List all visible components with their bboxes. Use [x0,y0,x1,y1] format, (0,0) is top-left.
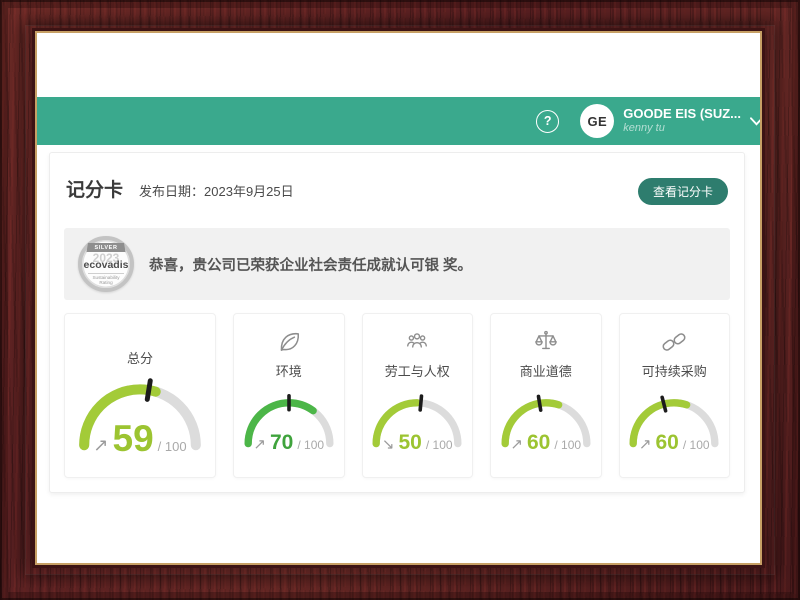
scorecard-title-row: 记分卡 发布日期：2023年9月25日 查看记分卡 [64,175,730,205]
page-title: 记分卡 [66,175,123,202]
score-value: 59 [113,420,154,457]
score-max: / 100 [158,439,187,454]
scorecard-panel: 记分卡 发布日期：2023年9月25日 查看记分卡 SILVER 2023 ec… [49,152,745,493]
gauge: ↘ 50 / 100 [368,393,466,450]
category-label: 劳工与人权 [385,361,450,380]
score: ↗ 60 / 100 [497,432,595,453]
trend-arrow-icon: ↗ [639,435,652,453]
trend-arrow-icon: ↗ [253,435,266,453]
category-label: 环境 [276,361,302,380]
award-banner: SILVER 2023 ecovadis Sustainability Rati… [64,228,730,300]
people-icon [403,327,431,357]
leaf-icon [275,327,303,357]
gauge-card-total-score[interactable]: 总分 ↗ 59 / 100 [64,313,216,478]
chevron-down-icon[interactable] [750,117,760,126]
score-value: 60 [656,432,679,453]
gauge: ↗ 60 / 100 [497,393,595,450]
score: ↗ 70 / 100 [240,432,338,453]
score: ↗ 60 / 100 [625,432,723,453]
help-icon[interactable]: ? [536,110,559,133]
publish-date: 发布日期：2023年9月25日 [139,181,294,200]
gauge: ↗ 60 / 100 [625,393,723,450]
scales-icon [532,327,560,357]
score-value: 60 [527,432,550,453]
medal-brand: ecovadis [84,260,129,272]
trend-arrow-icon: ↘ [382,435,395,453]
gauge: ↗ 70 / 100 [240,393,338,450]
gauge-row: 总分 ↗ 59 / 100 环境 ↗ 70 / 100 劳工与人权 [64,313,730,478]
score-value: 70 [270,432,293,453]
trend-arrow-icon: ↗ [510,435,523,453]
account-menu[interactable]: GOODE EIS (SUZ... kenny tu [623,106,741,136]
screenshot: ? GE GOODE EIS (SUZ... kenny tu 记分卡 发布日期… [0,0,800,600]
trend-arrow-icon: ↗ [93,435,108,456]
category-label: 总分 [127,348,153,367]
score: ↘ 50 / 100 [368,432,466,453]
score-max: / 100 [554,438,581,452]
gauge-card-sustainable-procurement[interactable]: 可持续采购 ↗ 60 / 100 [619,313,731,478]
award-message: 恭喜，贵公司已荣获企业社会责任成就认可银 奖。 [149,254,472,275]
score: ↗ 59 / 100 [73,420,207,457]
gauge-card-business-ethics[interactable]: 商业道德 ↗ 60 / 100 [490,313,602,478]
account-name: GOODE EIS (SUZ... [623,106,741,122]
score-max: / 100 [426,438,453,452]
app-window: ? GE GOODE EIS (SUZ... kenny tu 记分卡 发布日期… [37,33,760,563]
silver-medal-icon: SILVER 2023 ecovadis Sustainability Rati… [78,236,134,292]
score-max: / 100 [297,438,324,452]
medal-tagline: Sustainability Rating [88,273,124,286]
gauge-card-labor-human-rights[interactable]: 劳工与人权 ↘ 50 / 100 [362,313,474,478]
score-max: / 100 [683,438,710,452]
user-name: kenny tu [623,122,741,136]
app-header: ? GE GOODE EIS (SUZ... kenny tu [37,97,760,145]
medal-tier: SILVER [86,243,125,252]
score-value: 50 [399,432,422,453]
category-label: 商业道德 [520,361,572,380]
link-icon [660,327,688,357]
category-label: 可持续采购 [642,361,707,380]
gauge: ↗ 59 / 100 [73,376,207,454]
avatar[interactable]: GE [580,104,614,138]
view-scorecard-button[interactable]: 查看记分卡 [638,178,728,205]
gauge-card-environment[interactable]: 环境 ↗ 70 / 100 [233,313,345,478]
